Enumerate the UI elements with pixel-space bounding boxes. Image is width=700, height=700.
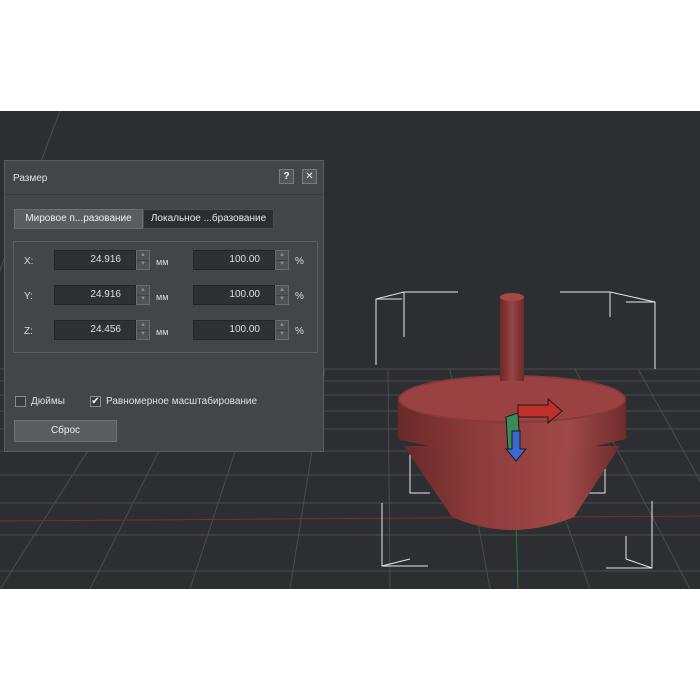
stepper-down-icon[interactable]: ▼: [137, 295, 149, 304]
stepper-down-icon[interactable]: ▼: [137, 260, 149, 269]
axis-label-x: X:: [24, 256, 34, 267]
percent-label-z: %: [295, 326, 304, 337]
size-y-field[interactable]: 24.916: [54, 285, 136, 305]
size-z-field[interactable]: 24.456: [54, 320, 136, 340]
tab-local-transform[interactable]: Локальное ...бразование: [143, 209, 274, 229]
axis-label-y: Y:: [24, 291, 33, 302]
size-y-stepper[interactable]: ▲ ▼: [136, 285, 150, 305]
percent-x-field[interactable]: 100.00: [193, 250, 275, 270]
percent-label-y: %: [295, 291, 304, 302]
percent-label-x: %: [295, 256, 304, 267]
dimensions-group: X: 24.916 ▲ ▼ мм 100.00 ▲ ▼ % Y: 24.916 …: [13, 241, 318, 353]
percent-y-stepper[interactable]: ▲ ▼: [275, 285, 289, 305]
size-dialog: Размер ? ✕ Мировое п...разование Локальн…: [4, 160, 324, 452]
model-3d: [398, 293, 626, 530]
unit-label-y: мм: [156, 292, 169, 302]
size-z-stepper[interactable]: ▲ ▼: [136, 320, 150, 340]
axis-label-z: Z:: [24, 326, 33, 337]
reset-button[interactable]: Сброс: [14, 420, 117, 442]
inches-checkbox[interactable]: [15, 396, 26, 407]
dialog-titlebar[interactable]: Размер ? ✕: [5, 161, 323, 195]
percent-y-field[interactable]: 100.00: [193, 285, 275, 305]
percent-z-stepper[interactable]: ▲ ▼: [275, 320, 289, 340]
help-button[interactable]: ?: [279, 169, 294, 184]
inches-label: Дюймы: [31, 396, 65, 407]
percent-x-stepper[interactable]: ▲ ▼: [275, 250, 289, 270]
stepper-down-icon[interactable]: ▼: [276, 260, 288, 269]
unit-label-z: мм: [156, 327, 169, 337]
size-x-field[interactable]: 24.916: [54, 250, 136, 270]
stepper-down-icon[interactable]: ▼: [137, 330, 149, 339]
stepper-down-icon[interactable]: ▼: [276, 295, 288, 304]
stepper-down-icon[interactable]: ▼: [276, 330, 288, 339]
uniform-scale-label: Равномерное масштабирование: [106, 396, 258, 407]
tab-world-transform[interactable]: Мировое п...разование: [14, 209, 143, 229]
close-button[interactable]: ✕: [302, 169, 317, 184]
dialog-title: Размер: [13, 173, 48, 184]
uniform-scale-checkbox[interactable]: ✔: [90, 396, 101, 407]
unit-label-x: мм: [156, 257, 169, 267]
size-x-stepper[interactable]: ▲ ▼: [136, 250, 150, 270]
percent-z-field[interactable]: 100.00: [193, 320, 275, 340]
